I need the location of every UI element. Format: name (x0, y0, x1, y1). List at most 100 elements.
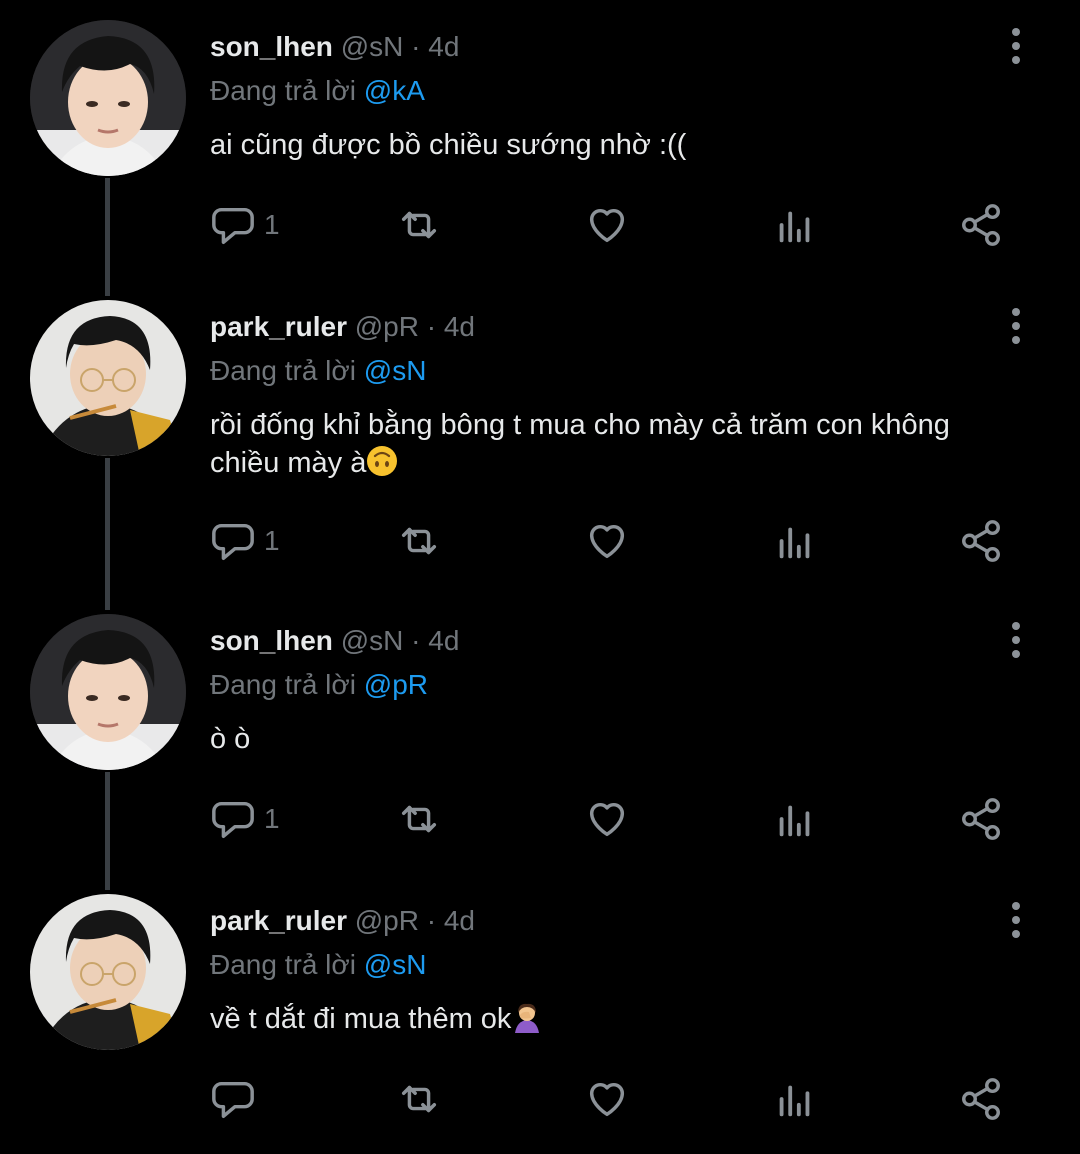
like-button[interactable] (584, 516, 630, 566)
share-icon (962, 204, 1000, 246)
woman-facepalming-emoji (515, 1003, 540, 1033)
tweet-text: về t dắt đi mua thêm ok (210, 1000, 1000, 1038)
avatar[interactable] (30, 20, 186, 176)
reply-count: 1 (264, 803, 280, 834)
replying-to-label: Đang trả lời (210, 355, 356, 386)
share-button[interactable] (958, 794, 1004, 844)
retweet-button[interactable] (396, 200, 442, 250)
retweet-button[interactable] (396, 516, 442, 566)
tweet-text: rồi đống khỉ bằng bông t mua cho mày cả … (210, 406, 1000, 482)
user-handle[interactable]: @sN (341, 625, 404, 656)
action-bar (210, 1074, 1020, 1124)
tweet-header: son_lhen @sN · 4d (210, 624, 459, 658)
tweet[interactable]: son_lhen @sN · 4d Đang trả lời @pR ò ò 1 (0, 594, 1080, 874)
views-icon (779, 805, 810, 837)
more-options-button[interactable] (1000, 620, 1032, 660)
reply-button[interactable] (210, 1074, 264, 1124)
retweet-icon (401, 527, 437, 555)
tweet-text-content: ò ò (210, 723, 251, 755)
like-button[interactable] (584, 200, 630, 250)
retweet-icon (401, 211, 437, 239)
display-name[interactable]: park_ruler (210, 311, 347, 342)
user-handle[interactable]: @pR (355, 311, 419, 342)
separator: · (426, 311, 437, 342)
like-icon (589, 1082, 625, 1117)
more-options-icon (1012, 902, 1020, 910)
like-button[interactable] (584, 1074, 630, 1124)
timestamp[interactable]: 4d (428, 31, 459, 62)
tweet-text-content: rồi đống khỉ bằng bông t mua cho mày cả … (210, 409, 950, 479)
upside-down-face-emoji (367, 446, 398, 476)
avatar[interactable] (30, 894, 186, 1050)
tweet-header: park_ruler @pR · 4d (210, 310, 475, 344)
more-options-button[interactable] (1000, 26, 1032, 66)
display-name[interactable]: son_lhen (210, 31, 333, 62)
replying-to: Đang trả lời @sN (210, 354, 426, 388)
tweet-header: son_lhen @sN · 4d (210, 30, 459, 64)
reply-mention[interactable]: @sN (364, 949, 427, 980)
tweet-text: ò ò (210, 720, 1000, 758)
reply-button[interactable]: 1 (210, 794, 280, 844)
replying-to: Đang trả lời @sN (210, 948, 426, 982)
reply-count: 1 (264, 209, 280, 240)
display-name[interactable]: son_lhen (210, 625, 333, 656)
replying-to: Đang trả lời @pR (210, 668, 428, 702)
user-handle[interactable]: @pR (355, 905, 419, 936)
like-button[interactable] (584, 794, 630, 844)
tweet[interactable]: park_ruler @pR · 4d Đang trả lời @sN rồi… (0, 280, 1080, 562)
tweet[interactable]: park_ruler @pR · 4d Đang trả lời @sN về … (0, 874, 1080, 1154)
action-bar: 1 (210, 200, 1020, 250)
timestamp[interactable]: 4d (444, 905, 475, 936)
tweet-text: ai cũng được bồ chiều sướng nhờ :(( (210, 126, 1000, 164)
views-button[interactable] (772, 1074, 818, 1124)
views-button[interactable] (772, 794, 818, 844)
reply-icon (212, 1081, 254, 1118)
replying-to-label: Đang trả lời (210, 75, 356, 106)
retweet-button[interactable] (396, 1074, 442, 1124)
reply-mention[interactable]: @kA (364, 75, 425, 106)
more-options-icon (1012, 28, 1020, 36)
like-icon (589, 802, 625, 837)
reply-mention[interactable]: @sN (364, 355, 427, 386)
retweet-button[interactable] (396, 794, 442, 844)
user-handle[interactable]: @sN (341, 31, 404, 62)
timestamp[interactable]: 4d (428, 625, 459, 656)
share-button[interactable] (958, 516, 1004, 566)
views-icon (779, 211, 810, 243)
reply-icon (212, 801, 254, 838)
more-options-button[interactable] (1000, 900, 1032, 940)
reply-button[interactable]: 1 (210, 516, 280, 566)
avatar[interactable] (30, 300, 186, 456)
replying-to-label: Đang trả lời (210, 949, 356, 980)
replying-to: Đang trả lời @kA (210, 74, 425, 108)
display-name[interactable]: park_ruler (210, 905, 347, 936)
reply-count: 1 (264, 525, 280, 556)
reply-button[interactable]: 1 (210, 200, 280, 250)
timestamp[interactable]: 4d (444, 311, 475, 342)
like-icon (589, 524, 625, 559)
reply-thread: son_lhen @sN · 4d Đang trả lời @kA ai cũ… (0, 0, 1080, 1147)
separator: · (426, 905, 437, 936)
share-button[interactable] (958, 1074, 1004, 1124)
tweet[interactable]: son_lhen @sN · 4d Đang trả lời @kA ai cũ… (0, 0, 1080, 280)
share-icon (962, 1078, 1000, 1120)
action-bar: 1 (210, 794, 1020, 844)
reply-icon (212, 207, 254, 244)
avatar[interactable] (30, 614, 186, 770)
reply-mention[interactable]: @pR (364, 669, 428, 700)
separator: · (411, 31, 421, 62)
views-button[interactable] (772, 200, 818, 250)
retweet-icon (401, 1085, 437, 1113)
separator: · (411, 625, 421, 656)
retweet-icon (401, 805, 437, 833)
tweet-text-content: về t dắt đi mua thêm ok (210, 1003, 512, 1035)
more-options-button[interactable] (1000, 306, 1032, 346)
share-icon (962, 798, 1000, 840)
views-icon (779, 1085, 810, 1117)
views-button[interactable] (772, 516, 818, 566)
action-bar: 1 (210, 516, 1020, 566)
share-button[interactable] (958, 200, 1004, 250)
more-options-icon (1012, 308, 1020, 316)
tweet-header: park_ruler @pR · 4d (210, 904, 475, 938)
views-icon (779, 527, 810, 559)
